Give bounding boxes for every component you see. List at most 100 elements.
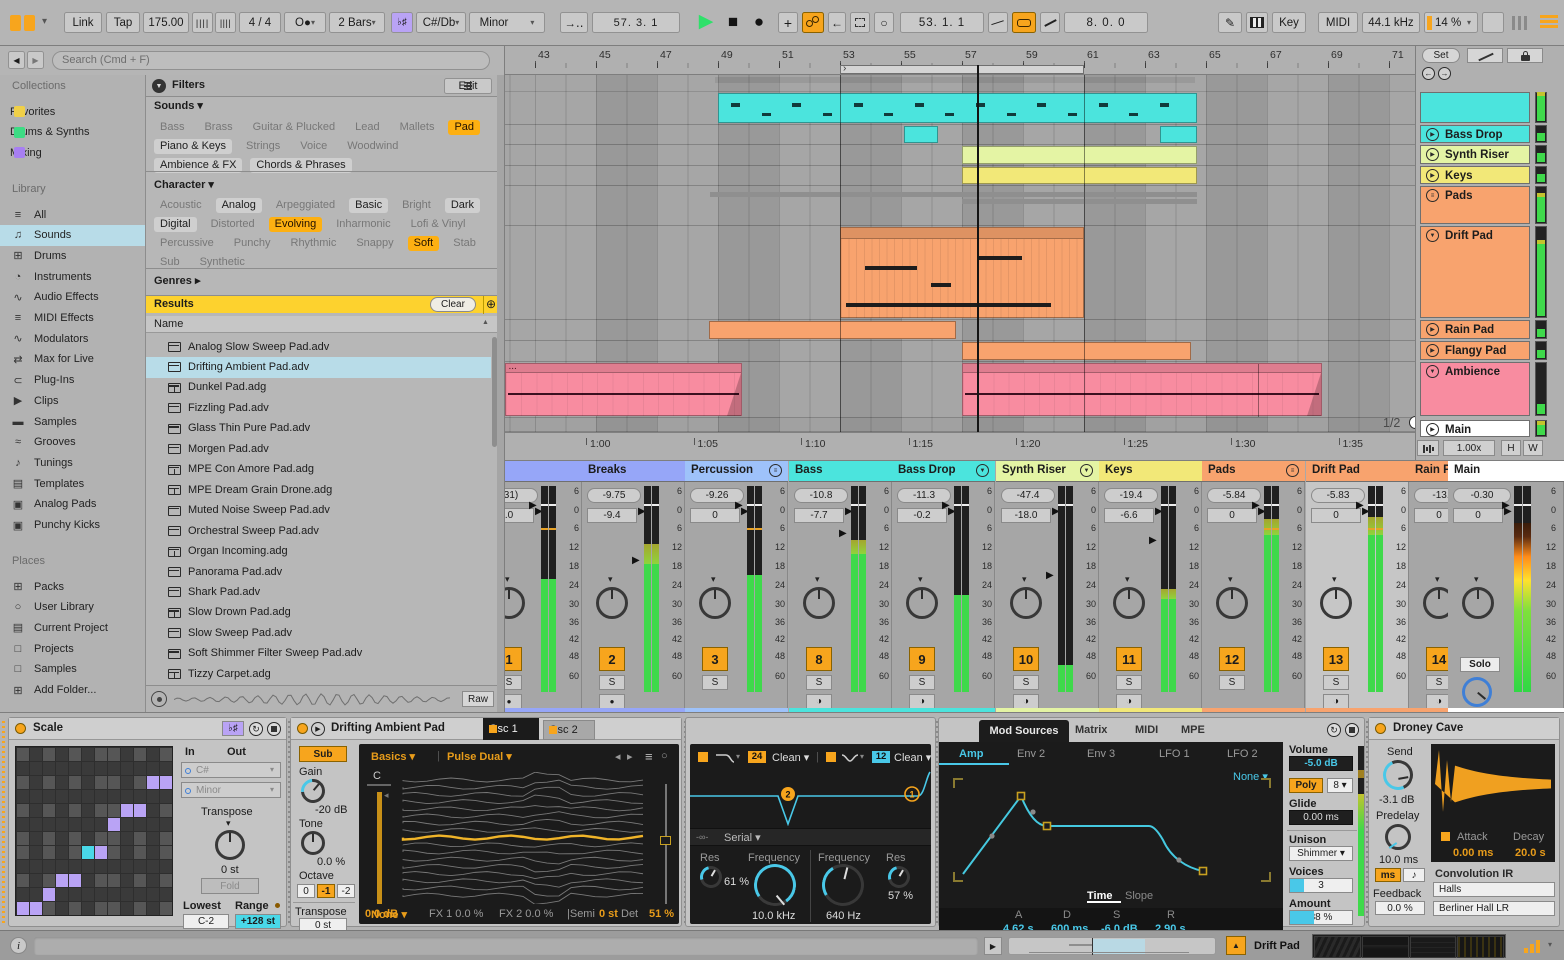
- filter-tag-lofi-vinyl[interactable]: Lofi & Vinyl: [405, 217, 472, 232]
- res2-knob[interactable]: [883, 861, 915, 893]
- hot-swap-icon[interactable]: ↻: [249, 722, 263, 736]
- scale-cell[interactable]: [30, 832, 42, 845]
- filter1-circuit-selector[interactable]: Clean ▾: [772, 751, 818, 764]
- unison-mode-selector[interactable]: Shimmer ▾: [1289, 846, 1353, 861]
- mixer-strip-keys[interactable]: Keys -19.4 -6.6 ▶ ▾ 11 S ◑ ▶ 6 0 6 12 18 24 30 36 42 48 60: [1099, 461, 1202, 712]
- scale-cell[interactable]: [95, 762, 107, 775]
- scale-cell[interactable]: [56, 804, 68, 817]
- nudge-left-button[interactable]: ←: [1422, 67, 1435, 80]
- scale-cell[interactable]: [108, 832, 120, 845]
- sidebar-item-user-library[interactable]: ○ User Library: [0, 597, 145, 618]
- lowest-value[interactable]: C-2: [183, 914, 229, 929]
- set-locators-button[interactable]: Set: [1422, 48, 1460, 63]
- solo-button[interactable]: S: [1013, 675, 1039, 690]
- fade-icon[interactable]: [988, 12, 1008, 33]
- clip[interactable]: [718, 93, 1197, 123]
- logo-menu-caret-icon[interactable]: ▾: [42, 16, 54, 30]
- pan-knob[interactable]: [596, 587, 628, 619]
- display-menu-icon[interactable]: ≡: [645, 749, 657, 764]
- scale-cell[interactable]: [69, 832, 81, 845]
- scale-cell[interactable]: [82, 818, 94, 831]
- track-activator-number[interactable]: 11: [1116, 647, 1142, 671]
- cpu-meter[interactable]: 14 % ▾: [1424, 12, 1478, 33]
- volume-field[interactable]: 0: [1414, 508, 1448, 523]
- clip[interactable]: [840, 227, 1084, 318]
- scale-cell[interactable]: [121, 846, 133, 859]
- loop-brace[interactable]: ›: [840, 63, 1084, 74]
- filter-tag-piano-keys[interactable]: Piano & Keys: [154, 139, 233, 154]
- scale-cell[interactable]: [160, 790, 172, 803]
- new-midi-clip-button[interactable]: +: [778, 12, 798, 33]
- scale-cell[interactable]: [56, 832, 68, 845]
- scale-cell[interactable]: [69, 776, 81, 789]
- track-lane[interactable]: [505, 320, 1415, 341]
- subtab-amp[interactable]: Amp: [959, 748, 1013, 761]
- poly-voices-selector[interactable]: 8 ▾: [1327, 778, 1353, 793]
- scale-cell[interactable]: [17, 748, 29, 761]
- sidebar-item-projects[interactable]: □ Projects: [0, 638, 145, 659]
- play-track-icon[interactable]: ▶: [1426, 128, 1439, 141]
- sidebar-item-templates[interactable]: ▤ Templates: [0, 473, 145, 494]
- track-activator-number[interactable]: 9: [909, 647, 935, 671]
- clip[interactable]: [708, 321, 956, 339]
- device-header[interactable]: Scale ♭♯ ↻: [9, 718, 286, 740]
- playhead[interactable]: [977, 65, 979, 432]
- mixer-strip-bass-drop[interactable]: Bass Drop ▼ -11.3 -0.2 ▶ ▾ 9 S ◑ ▶ 6 0 6 12 18 24 30 36 42…: [892, 461, 995, 712]
- slope-mode-label[interactable]: Slope: [1125, 890, 1163, 903]
- sub-osc-button[interactable]: Sub: [299, 746, 347, 762]
- scale-cell[interactable]: [95, 776, 107, 789]
- sidebar-item-all[interactable]: ≡ All: [0, 204, 145, 225]
- track-activator-number[interactable]: 8: [806, 647, 832, 671]
- scale-cell[interactable]: [134, 874, 146, 887]
- range-value[interactable]: +128 st: [235, 914, 281, 929]
- pan-knob[interactable]: [1423, 587, 1448, 619]
- scale-cell[interactable]: [56, 776, 68, 789]
- arm-button[interactable]: ●: [505, 694, 522, 709]
- osc-gain-slider[interactable]: [377, 792, 382, 904]
- transpose-knob[interactable]: [215, 830, 245, 860]
- draw-selection-icon[interactable]: [850, 12, 870, 33]
- scale-cell[interactable]: [147, 874, 159, 887]
- filter-tag-strings[interactable]: Strings: [240, 139, 286, 154]
- next-table-icon[interactable]: ▸: [627, 750, 637, 763]
- sidebar-item-packs[interactable]: ⊞ Packs: [0, 576, 145, 597]
- prev-table-icon[interactable]: ◂: [615, 750, 625, 763]
- sidebar-item-instruments[interactable]: ◔ Instruments: [0, 266, 145, 287]
- volume-field[interactable]: -9.4: [587, 508, 637, 523]
- track-header-synth-riser[interactable]: ▶ Synth Riser: [1420, 145, 1530, 164]
- pan-knob[interactable]: [699, 587, 731, 619]
- filter-tag-arpeggiated[interactable]: Arpeggiated: [270, 198, 341, 213]
- volume-field[interactable]: 0: [1207, 508, 1257, 523]
- scale-cell[interactable]: [30, 902, 42, 915]
- key-map-button[interactable]: Key: [1272, 12, 1306, 33]
- scale-cell[interactable]: [108, 776, 120, 789]
- sidebar-item-modulators[interactable]: ∿ Modulators: [0, 328, 145, 349]
- overload-indicator[interactable]: [1482, 12, 1504, 33]
- scale-cell[interactable]: [82, 790, 94, 803]
- nudge-right-button[interactable]: →: [1438, 67, 1451, 80]
- scale-cell[interactable]: [43, 902, 55, 915]
- pan-knob[interactable]: [1320, 587, 1352, 619]
- scale-cell[interactable]: [56, 860, 68, 873]
- session-arrangement-toggle-icon[interactable]: [1540, 15, 1558, 31]
- ir-category-selector[interactable]: Halls: [1433, 882, 1555, 897]
- scale-cell[interactable]: [43, 790, 55, 803]
- arrangement-overview-minimap[interactable]: [1008, 937, 1216, 955]
- browser-scroll-strip[interactable]: [497, 75, 505, 712]
- crossfade-assign-button[interactable]: ◑: [1426, 694, 1448, 709]
- predelay-knob[interactable]: [1385, 824, 1411, 850]
- scale-cell[interactable]: [108, 748, 120, 761]
- root-note-selector[interactable]: C# ▾: [181, 762, 281, 778]
- device-header[interactable]: Droney Cave: [1369, 718, 1559, 740]
- filter-tag-basic[interactable]: Basic: [349, 198, 389, 213]
- sidebar-item-audio-effects[interactable]: ∿ Audio Effects: [0, 287, 145, 308]
- gain-knob[interactable]: [296, 774, 330, 808]
- scale-cell[interactable]: [95, 832, 107, 845]
- scale-cell[interactable]: [69, 860, 81, 873]
- scale-cell[interactable]: [121, 804, 133, 817]
- info-icon[interactable]: i: [10, 937, 27, 954]
- result-row[interactable]: Fizzling Pad.adv: [146, 398, 491, 418]
- loop-start-field[interactable]: 53. 1. 1: [900, 12, 984, 33]
- device-thumbnail[interactable]: [1361, 936, 1409, 958]
- solo-button[interactable]: S: [1323, 675, 1349, 690]
